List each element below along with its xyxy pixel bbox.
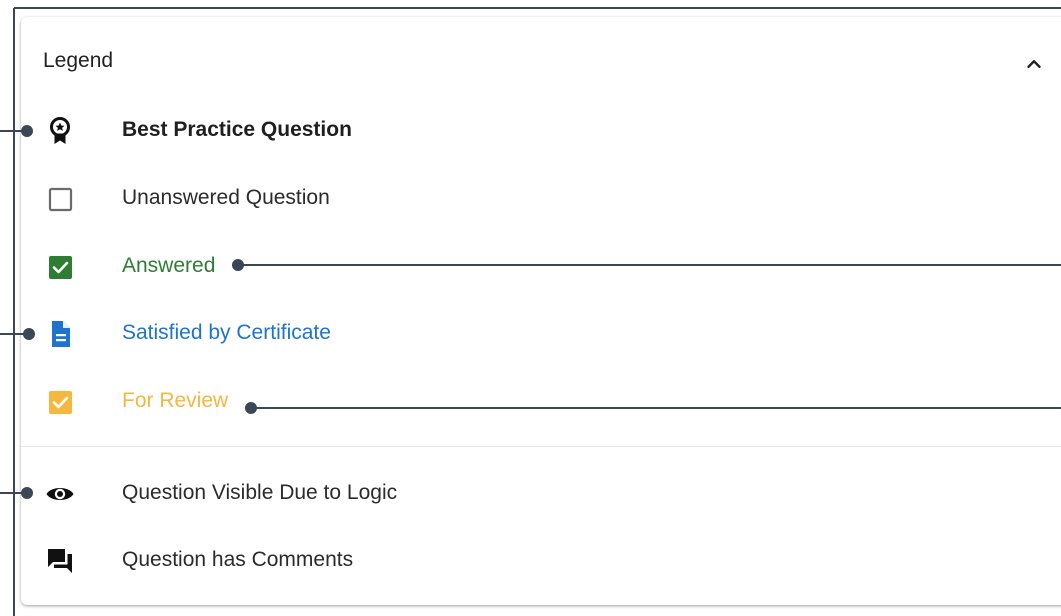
legend-item-visible-logic: Question Visible Due to Logic (21, 473, 1061, 513)
legend-item-label: For Review (122, 389, 229, 412)
legend-item-unanswered: Unanswered Question (21, 178, 1061, 218)
legend-item-best-practice: Best Practice Question (21, 110, 1061, 150)
eye-icon (46, 488, 74, 500)
checkbox-checked-yellow-icon (49, 391, 72, 414)
legend-item-for-review: For Review (21, 381, 1061, 421)
legend-item-label: Answered (122, 254, 216, 277)
award-ribbon-icon (50, 117, 70, 144)
legend-item-label: Best Practice Question (122, 118, 352, 141)
checkbox-checked-green-icon (49, 256, 72, 279)
legend-panel: Legend Best Practice Question Unanswered… (21, 17, 1061, 605)
legend-item-comments: Question has Comments (21, 540, 1061, 580)
legend-item-label: Satisfied by Certificate (122, 321, 331, 344)
legend-item-certificate: Satisfied by Certificate (21, 313, 1061, 353)
legend-screenshot: Legend Best Practice Question Unanswered… (0, 0, 1061, 616)
legend-divider (21, 446, 1061, 447)
legend-item-label: Question has Comments (122, 548, 354, 571)
checkbox-empty-icon (48, 187, 73, 212)
document-icon (52, 321, 70, 347)
chevron-up-icon[interactable] (1023, 53, 1045, 75)
legend-item-label: Question Visible Due to Logic (122, 481, 398, 504)
legend-title: Legend (43, 49, 114, 72)
legend-item-label: Unanswered Question (122, 186, 330, 209)
legend-item-answered: Answered (21, 246, 1061, 286)
comments-icon (48, 549, 72, 573)
